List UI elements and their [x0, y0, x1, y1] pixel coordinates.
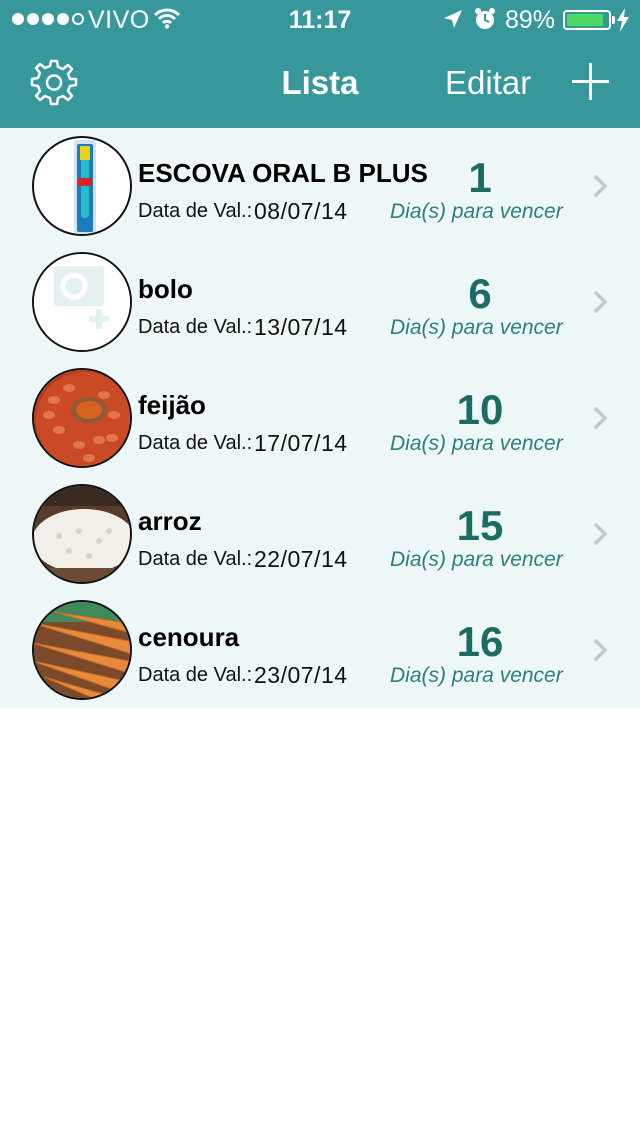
- days-remaining-label: Dia(s) para vencer: [390, 200, 563, 223]
- product-list: ESCOVA ORAL B PLUS Data de Val.: 08/07/1…: [0, 128, 640, 708]
- list-item[interactable]: ESCOVA ORAL B PLUS Data de Val.: 08/07/1…: [0, 128, 640, 244]
- chevron-right-icon: [593, 522, 608, 546]
- expiry-label: Data de Val.:: [138, 200, 253, 222]
- expiry-date: 13/07/14: [254, 314, 348, 340]
- chevron-right-icon: [593, 290, 608, 314]
- days-remaining: 16: [456, 618, 504, 665]
- item-name: bolo: [138, 274, 193, 304]
- days-remaining: 15: [456, 502, 504, 549]
- expiry-label: Data de Val.:: [138, 664, 253, 686]
- carrots-image: [32, 600, 132, 700]
- camera-placeholder-image: [32, 252, 132, 352]
- battery-icon: [563, 10, 611, 30]
- chevron-right-icon: [593, 174, 608, 198]
- rice-image: [32, 484, 132, 584]
- chevron-right-icon: [593, 406, 608, 430]
- list-item[interactable]: cenoura Data de Val.: 23/07/14 16 Dia(s)…: [0, 592, 640, 708]
- item-name: cenoura: [138, 622, 240, 652]
- expiry-label: Data de Val.:: [138, 316, 253, 338]
- plus-icon[interactable]: [572, 63, 609, 100]
- item-name: ESCOVA ORAL B PLUS: [138, 158, 428, 188]
- expiry-date: 17/07/14: [254, 430, 348, 456]
- days-remaining-label: Dia(s) para vencer: [390, 432, 563, 455]
- item-name: feijão: [138, 390, 206, 420]
- expiry-label: Data de Val.:: [138, 432, 253, 454]
- expiry-date: 22/07/14: [254, 546, 348, 572]
- list-item[interactable]: arroz Data de Val.: 22/07/14 15 Dia(s) p…: [0, 476, 640, 592]
- list-item[interactable]: bolo Data de Val.: 13/07/14 6 Dia(s) par…: [0, 244, 640, 360]
- days-remaining: 1: [468, 154, 492, 201]
- days-remaining-label: Dia(s) para vencer: [390, 316, 563, 339]
- expiry-date: 23/07/14: [254, 662, 348, 688]
- expiry-date: 08/07/14: [254, 198, 348, 224]
- battery-terminal: [612, 16, 615, 24]
- page-title: Lista: [281, 64, 359, 101]
- alarm-clock-icon: [475, 8, 495, 29]
- days-remaining-label: Dia(s) para vencer: [390, 664, 563, 687]
- beans-image: [32, 368, 132, 468]
- item-name: arroz: [138, 506, 202, 536]
- days-remaining: 6: [468, 270, 492, 317]
- list-item[interactable]: feijão Data de Val.: 17/07/14 10 Dia(s) …: [0, 360, 640, 476]
- days-remaining: 10: [456, 386, 504, 433]
- battery-level-fill: [567, 14, 603, 26]
- charging-bolt-icon: [617, 8, 629, 32]
- navigation-header: VIVO 11:17 89% Lista Editar: [0, 0, 640, 128]
- status-bar: VIVO 11:17 89%: [0, 0, 640, 40]
- location-arrow-icon: [444, 10, 462, 28]
- chevron-right-icon: [593, 638, 608, 662]
- battery-percentage: 89%: [505, 6, 556, 34]
- expiry-label: Data de Val.:: [138, 548, 253, 570]
- toothbrush-image: [32, 136, 132, 236]
- edit-button[interactable]: Editar: [445, 64, 531, 102]
- days-remaining-label: Dia(s) para vencer: [390, 548, 563, 571]
